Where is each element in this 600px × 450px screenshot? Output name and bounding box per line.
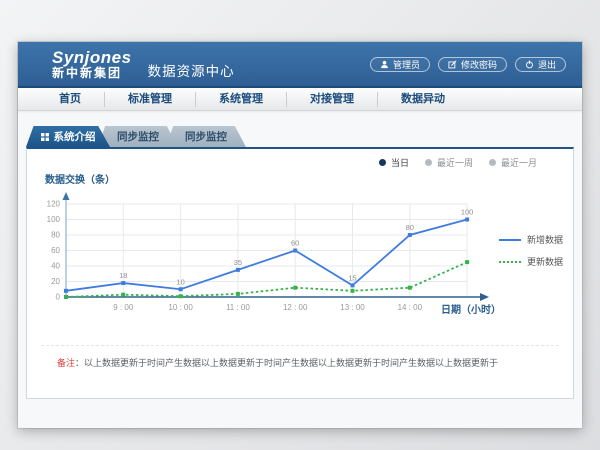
filter-option-today[interactable]: 当日 [379, 156, 409, 169]
radio-dot-icon [379, 159, 386, 166]
footnote-text: ：以上数据更新于时间产生数据以上数据更新于时间产生数据以上数据更新于时间产生数据… [75, 358, 498, 368]
logo-text-en: Synjones [52, 49, 132, 67]
svg-text:18: 18 [119, 271, 127, 280]
legend-line-green-icon [499, 261, 521, 263]
filter-option-last-week[interactable]: 最近一周 [425, 156, 473, 169]
power-icon [525, 60, 534, 69]
tab-sync-monitor-1[interactable]: 同步监控 [98, 126, 178, 147]
svg-text:80: 80 [51, 231, 60, 240]
tab-bar: 系统介绍 同步监控 同步监控 [26, 126, 582, 147]
tab-sync-monitor-2[interactable]: 同步监控 [166, 126, 246, 147]
legend-label: 更新数据 [527, 255, 563, 268]
user-icon [380, 60, 389, 69]
brand-logo: Synjones 新中新集团 [52, 49, 132, 79]
radio-dot-icon [425, 159, 432, 166]
svg-text:10: 10 [176, 277, 184, 286]
svg-text:35: 35 [234, 258, 242, 267]
svg-text:0: 0 [56, 293, 61, 302]
filter-label: 最近一月 [501, 156, 537, 169]
nav-item-standard-mgmt[interactable]: 标准管理 [105, 92, 196, 107]
svg-text:日期（小时）: 日期（小时） [441, 303, 501, 316]
change-password-label: 修改密码 [461, 58, 497, 71]
page-title: 数据资源中心 [148, 60, 235, 80]
filter-option-last-month[interactable]: 最近一月 [489, 156, 537, 169]
footnote: 备注：以上数据更新于时间产生数据以上数据更新于时间产生数据以上数据更新于时间产生… [57, 356, 561, 369]
svg-text:13 : 00: 13 : 00 [340, 303, 365, 312]
nav-item-interface-mgmt[interactable]: 对接管理 [287, 92, 378, 107]
grid-icon [41, 133, 49, 141]
legend-label: 新增数据 [527, 233, 563, 246]
admin-user-button[interactable]: 管理员 [370, 57, 430, 72]
edit-icon [448, 60, 457, 69]
tab-label: 同步监控 [185, 129, 227, 144]
filter-label: 当日 [391, 156, 409, 169]
legend-item-updated-data[interactable]: 更新数据 [499, 255, 563, 268]
svg-text:20: 20 [51, 277, 60, 286]
radio-dot-icon [489, 159, 496, 166]
svg-text:100: 100 [461, 208, 474, 217]
logout-label: 退出 [538, 58, 556, 71]
main-navigation: 首页 标准管理 系统管理 对接管理 数据异动 [18, 88, 582, 111]
svg-text:10 : 00: 10 : 00 [168, 303, 193, 312]
nav-item-data-change[interactable]: 数据异动 [378, 92, 468, 107]
svg-text:100: 100 [47, 215, 61, 224]
svg-text:9 : 00: 9 : 00 [113, 303, 134, 312]
svg-text:80: 80 [406, 223, 414, 232]
chart-y-axis-title: 数据交换（条） [45, 171, 115, 186]
user-actions: 管理员 修改密码 退出 [370, 57, 566, 72]
chart-panel: 当日 最近一周 最近一月 数据交换（条） 0 20 40 60 80 100 120 9 : … [26, 147, 574, 399]
logo-text-cn: 新中新集团 [52, 67, 132, 80]
note-divider [41, 345, 559, 346]
tab-label: 同步监控 [117, 129, 159, 144]
chart-legend: 新增数据 更新数据 [499, 233, 563, 277]
legend-item-new-data[interactable]: 新增数据 [499, 233, 563, 246]
svg-text:120: 120 [47, 200, 61, 209]
tab-label: 系统介绍 [54, 129, 96, 144]
time-range-filter: 当日 最近一周 最近一月 [379, 156, 537, 169]
svg-text:15: 15 [348, 273, 356, 282]
desktop-background: Synjones 新中新集团 数据资源中心 管理员 修改密码 [0, 0, 600, 450]
tab-system-intro[interactable]: 系统介绍 [26, 126, 110, 147]
footnote-label: 备注 [57, 358, 75, 368]
svg-text:60: 60 [291, 239, 299, 248]
nav-item-home[interactable]: 首页 [36, 92, 105, 107]
svg-text:14 : 00: 14 : 00 [398, 303, 423, 312]
admin-user-label: 管理员 [393, 58, 420, 71]
change-password-button[interactable]: 修改密码 [438, 57, 507, 72]
legend-line-blue-icon [499, 239, 521, 241]
filter-label: 最近一周 [437, 156, 473, 169]
svg-text:60: 60 [51, 246, 60, 255]
logout-button[interactable]: 退出 [515, 57, 566, 72]
svg-text:12 : 00: 12 : 00 [283, 303, 308, 312]
line-chart: 0 20 40 60 80 100 120 9 : 00 10 : 00 11 : 00 12 : … [41, 187, 519, 329]
header-bar: Synjones 新中新集团 数据资源中心 管理员 修改密码 [18, 42, 582, 88]
app-window: Synjones 新中新集团 数据资源中心 管理员 修改密码 [18, 42, 582, 428]
nav-item-system-mgmt[interactable]: 系统管理 [196, 92, 287, 107]
svg-text:11 : 00: 11 : 00 [226, 303, 250, 312]
svg-text:40: 40 [51, 262, 60, 271]
